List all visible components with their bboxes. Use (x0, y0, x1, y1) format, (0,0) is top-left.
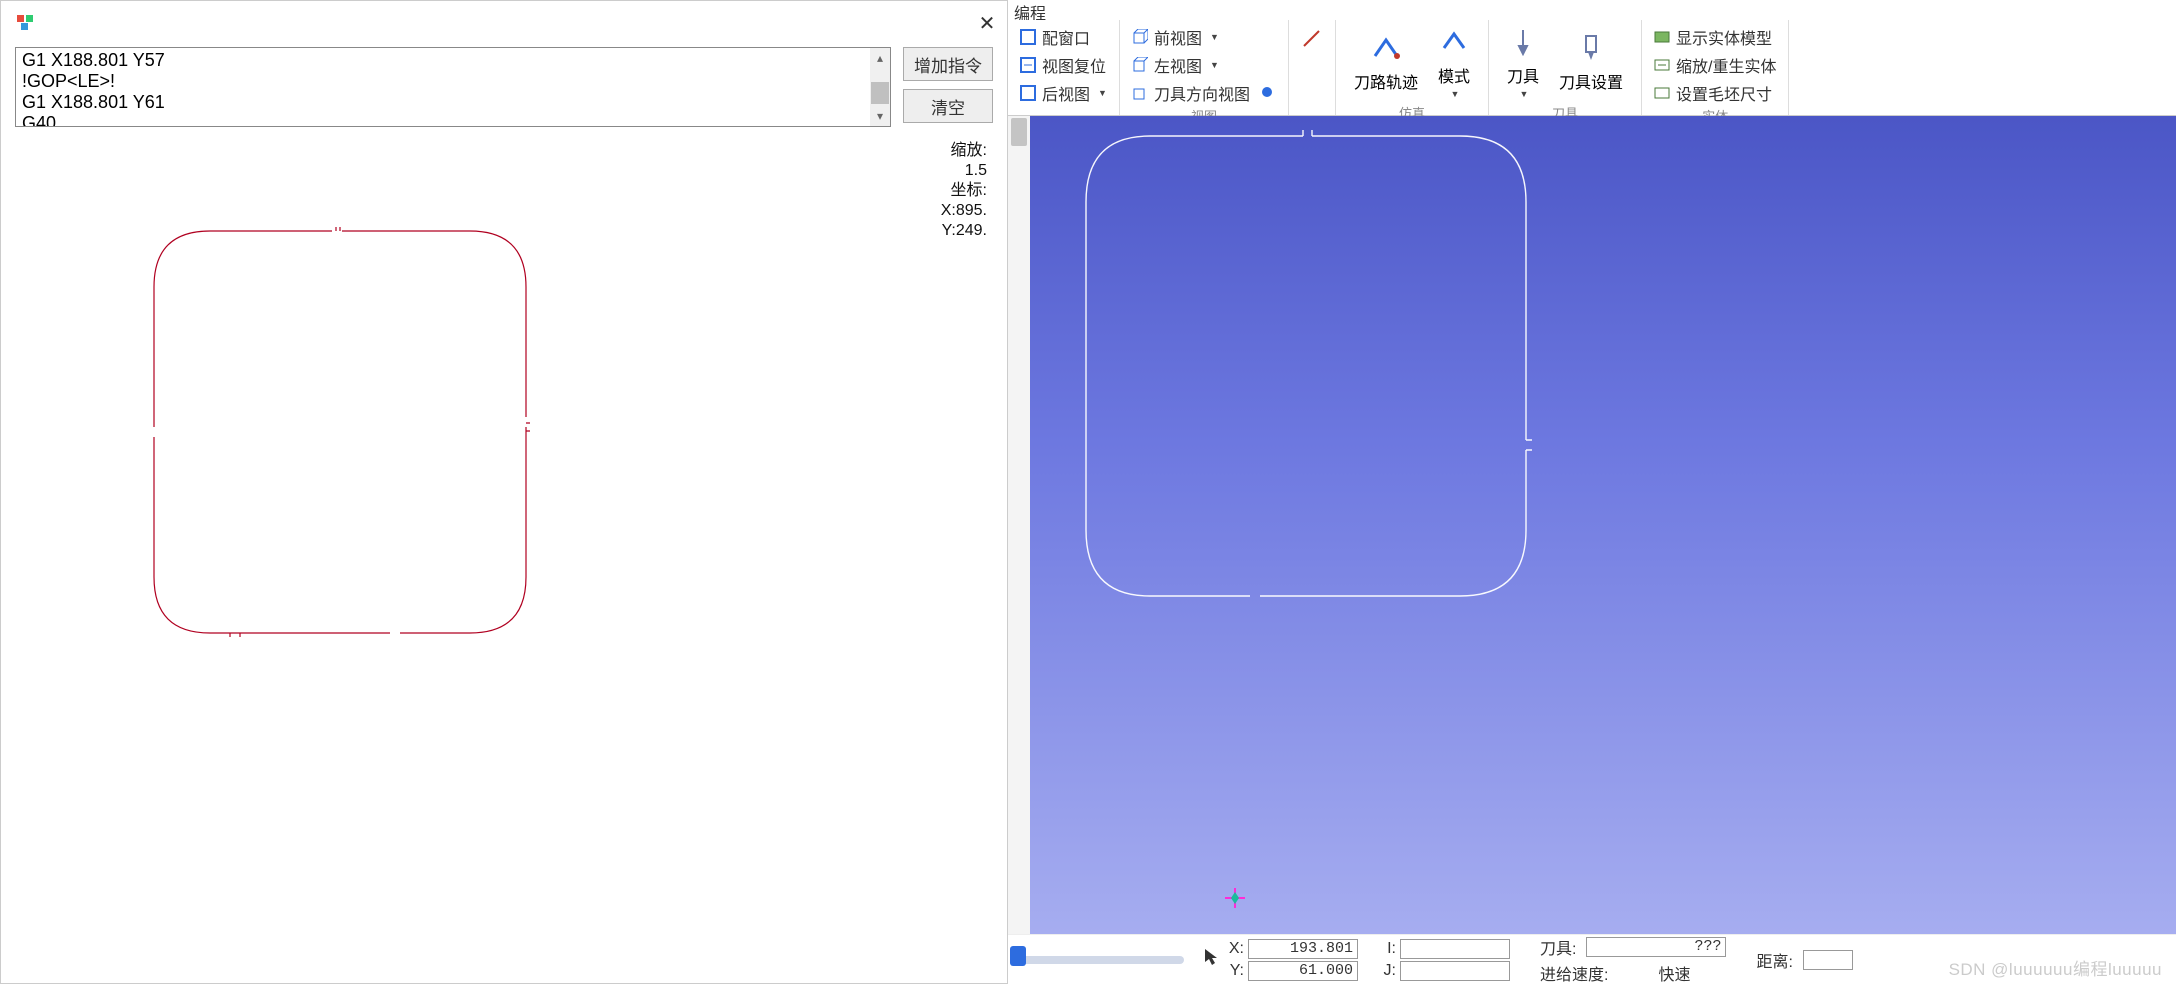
gcode-dialog: ✕ G1 X188.801 Y57 !GOP<LE>! G1 X188.801 … (0, 0, 1008, 984)
mode-icon (1440, 28, 1468, 61)
dist-label: 距离: (1756, 948, 1792, 972)
tool-value: ??? (1586, 937, 1726, 957)
chevron-down-icon[interactable]: ▼ (1210, 32, 1219, 42)
tool-dir-view-button[interactable]: 刀具方向视图 (1128, 80, 1280, 106)
quick-label: 快速 (1658, 961, 1690, 985)
toolpath-icon (1372, 34, 1400, 67)
front-view-button[interactable]: 前视图▼ (1128, 24, 1280, 50)
x-label: X: (1224, 940, 1244, 958)
toolpath-shape-right (1080, 130, 1540, 620)
line-tool-button[interactable] (1297, 28, 1327, 54)
scroll-thumb[interactable] (1011, 118, 1027, 146)
zoom-value: 1.5 (941, 161, 987, 181)
preview-canvas-left[interactable]: 缩放: 1.5 坐标: X:895. Y:249. (15, 137, 993, 969)
tool-icon (1509, 28, 1537, 61)
coord-x: X:895. (941, 201, 987, 221)
speed-slider[interactable] (1014, 956, 1184, 964)
feed-label: 进给速度: (1540, 961, 1608, 985)
line-tool-icon (1301, 28, 1323, 55)
stock-size-button[interactable]: 设置毛坯尺寸 (1650, 80, 1780, 106)
reset-view-button[interactable]: 视图复位 (1016, 52, 1111, 78)
tool-button[interactable]: 刀具 ▼ (1497, 24, 1549, 103)
cursor-icon (1204, 948, 1218, 971)
j-label: J: (1376, 962, 1396, 980)
gcode-textarea[interactable]: G1 X188.801 Y57 !GOP<LE>! G1 X188.801 Y6… (15, 47, 891, 127)
back-view-button[interactable]: 后视图▼ (1016, 80, 1111, 106)
clear-button[interactable]: 清空 (903, 89, 993, 123)
scroll-down-icon[interactable]: ▾ (870, 106, 890, 126)
coord-label: 坐标: (941, 181, 987, 201)
regen-icon (1654, 57, 1670, 73)
show-entity-button[interactable]: 显示实体模型 (1650, 24, 1780, 50)
scroll-thumb[interactable] (871, 82, 889, 104)
ribbon-group-entity: 显示实体模型 缩放/重生实体 设置毛坯尺寸 实体 (1642, 20, 1789, 115)
entity-icon (1654, 29, 1670, 45)
chevron-down-icon[interactable]: ▼ (1520, 89, 1529, 99)
chevron-down-icon[interactable]: ▼ (1210, 60, 1219, 70)
viewport-3d[interactable] (1030, 116, 2176, 934)
zoom-label: 缩放: (941, 141, 987, 161)
stock-icon (1654, 85, 1670, 101)
left-view-button[interactable]: 左视图▼ (1128, 52, 1280, 78)
y-label: Y: (1224, 962, 1244, 980)
i-label: I: (1376, 940, 1396, 958)
ribbon-group-sim: 刀路轨迹 模式 ▼ 仿真 (1336, 20, 1489, 115)
coord-block-xy: X: 193.801 Y: 61.000 (1224, 939, 1358, 981)
y-value: 61.000 (1248, 961, 1358, 981)
status-bar: X: 193.801 Y: 61.000 I: J: 刀具: ??? (1008, 934, 2176, 984)
coord-y: Y:249. (941, 221, 987, 241)
gcode-scrollbar[interactable]: ▴ ▾ (870, 48, 890, 126)
tool-feed-block: 刀具: ??? 进给速度: 快速 (1540, 935, 1726, 985)
dist-value (1803, 950, 1853, 970)
mode-button[interactable]: 模式 ▼ (1428, 24, 1480, 103)
add-instruction-button[interactable]: 增加指令 (903, 47, 993, 81)
dist-block: 距离: (1756, 948, 1852, 972)
cube-icon (1132, 29, 1148, 45)
origin-marker-icon (1225, 888, 1243, 906)
x-value: 193.801 (1248, 939, 1358, 959)
dot-icon (1260, 85, 1276, 101)
viewport-row (1008, 116, 2176, 934)
ribbon-group-line (1289, 20, 1336, 115)
ribbon: 配窗口 视图复位 后视图▼ 前视图▼ (1008, 20, 2176, 116)
ribbon-group-views: 配窗口 视图复位 后视图▼ (1008, 20, 1120, 115)
chevron-down-icon[interactable]: ▼ (1098, 88, 1107, 98)
canvas-info: 缩放: 1.5 坐标: X:895. Y:249. (941, 141, 987, 241)
chevron-down-icon[interactable]: ▼ (1451, 89, 1460, 99)
toolpath-button[interactable]: 刀路轨迹 (1344, 24, 1428, 103)
toolpath-shape-left (150, 227, 550, 647)
fit-window-icon (1020, 29, 1036, 45)
tool-config-icon (1577, 34, 1605, 67)
window-title-suffix: 编程 (1008, 0, 2176, 20)
ribbon-group-tool: 刀具 ▼ 刀具设置 刀具 (1489, 20, 1642, 115)
cube-icon (1132, 85, 1148, 101)
watermark: SDN @luuuuuu编程luuuuu (1949, 955, 2162, 980)
vertical-scrollbar[interactable] (1008, 116, 1030, 934)
gcode-text: G1 X188.801 Y57 !GOP<LE>! G1 X188.801 Y6… (16, 48, 890, 127)
coord-block-ij: I: J: (1376, 939, 1510, 981)
cube-icon (1132, 57, 1148, 73)
main-app: 编程 配窗口 视图复位 后视图▼ (1008, 0, 2176, 984)
regen-entity-button[interactable]: 缩放/重生实体 (1650, 52, 1780, 78)
back-view-icon (1020, 85, 1036, 101)
app-icon (15, 14, 37, 32)
close-icon[interactable]: ✕ (967, 8, 1007, 38)
dialog-titlebar: ✕ (1, 1, 1007, 45)
tool-label: 刀具: (1540, 935, 1576, 959)
scroll-up-icon[interactable]: ▴ (870, 48, 890, 68)
fit-window-button[interactable]: 配窗口 (1016, 24, 1111, 50)
i-value (1400, 939, 1510, 959)
j-value (1400, 961, 1510, 981)
dialog-buttons: 增加指令 清空 (903, 47, 993, 127)
reset-view-icon (1020, 57, 1036, 73)
tool-config-button[interactable]: 刀具设置 (1549, 24, 1633, 103)
ribbon-group-views-2: 前视图▼ 左视图▼ 刀具方向视图 视图 (1120, 20, 1289, 115)
slider-thumb[interactable] (1010, 946, 1026, 966)
dialog-top-row: G1 X188.801 Y57 !GOP<LE>! G1 X188.801 Y6… (15, 47, 993, 127)
